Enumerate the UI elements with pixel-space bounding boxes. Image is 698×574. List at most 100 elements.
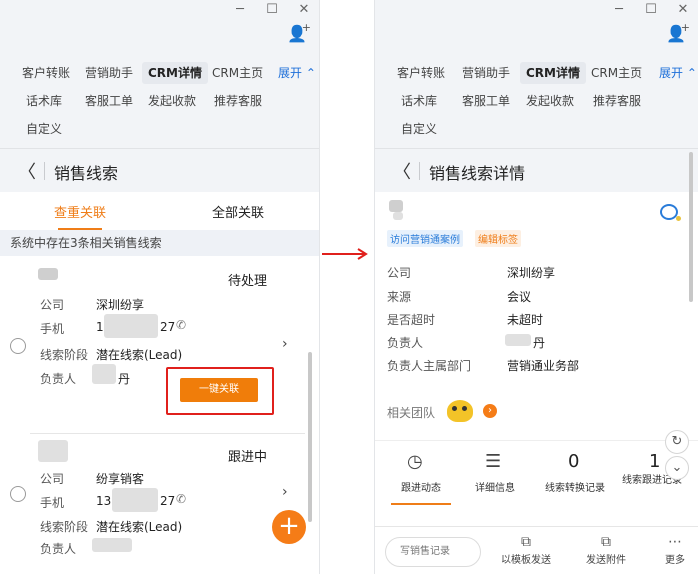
field-value: 未超时 — [507, 313, 544, 327]
right-panel: ─ ☐ ✕ 👤 + 客户转账 营销助手 CRM详情 CRM主页 展开 ⌃ 话术库 … — [374, 0, 698, 574]
close-icon[interactable]: ✕ — [675, 2, 691, 17]
minimize-icon[interactable]: ─ — [611, 2, 627, 17]
edit-tags-button[interactable]: 编辑标签 — [475, 230, 521, 247]
phone-icon[interactable]: ✆ — [176, 318, 186, 332]
left-panel: ─ ☐ ✕ 👤 + 客户转账 营销助手 CRM详情 CRM主页 展开 ⌃ 话术库 … — [0, 0, 320, 574]
attachment-icon: ⧉ — [601, 534, 611, 550]
stat-label[interactable]: 跟进动态 — [389, 483, 453, 495]
lead-card[interactable]: 待处理 公司 深圳纷享 手机 1 27 ✆ 线索阶段 潜在线索(Lead) › … — [0, 256, 305, 432]
header-divider — [419, 162, 420, 180]
page-header: 〈 销售线索 — [0, 148, 319, 192]
phone-label: 手机 — [40, 496, 65, 510]
tab-crm-detail[interactable]: CRM详情 — [520, 62, 586, 84]
tab-marketing-assistant[interactable]: 营销助手 — [79, 62, 139, 84]
tab-custom[interactable]: 自定义 — [395, 118, 443, 140]
maximize-icon[interactable]: ☐ — [643, 2, 659, 17]
refresh-icon[interactable]: ↻ — [665, 430, 689, 454]
owner-suffix: 丹 — [118, 372, 131, 386]
team-label: 相关团队 — [387, 406, 436, 420]
field-label: 负责人主属部门 — [387, 359, 472, 373]
stat-label[interactable]: 线索转换记录 — [539, 483, 611, 495]
lead-card[interactable]: 跟进中 公司 纷享销客 手机 13 27 ✆ 线索阶段 潜在线索(Lead) ›… — [0, 434, 305, 574]
bottom-action-bar: 写销售记录 ⧉ 以模板发送 ⧉ 发送附件 ⋯ 更多 — [375, 526, 698, 574]
tab-crm-detail[interactable]: CRM详情 — [142, 62, 208, 84]
select-radio[interactable] — [10, 338, 26, 354]
tab-recommend-service[interactable]: 推荐客服 — [208, 90, 268, 112]
phone-prefix: 1 — [96, 320, 104, 334]
send-template-button[interactable]: ⧉ 以模板发送 — [497, 533, 555, 566]
tab-customer-transfer[interactable]: 客户转账 — [391, 62, 451, 84]
chevron-right-icon[interactable]: › — [282, 484, 288, 500]
add-contact-icon[interactable]: 👤 + — [666, 21, 690, 43]
follow-dynamic-icon[interactable]: ◷ — [407, 451, 423, 472]
tab-custom[interactable]: 自定义 — [20, 118, 68, 140]
tab-service-ticket[interactable]: 客服工单 — [79, 90, 139, 112]
owner-label: 负责人 — [40, 542, 77, 556]
send-attachment-button[interactable]: ⧉ 发送附件 — [579, 533, 633, 566]
tab-script-library[interactable]: 话术库 — [20, 90, 68, 112]
maximize-icon[interactable]: ☐ — [264, 2, 280, 17]
expand-tabs-button[interactable]: 展开 ⌃ — [653, 62, 698, 84]
owner-redacted — [92, 538, 132, 552]
template-icon: ⧉ — [521, 534, 531, 550]
add-fab-button[interactable]: + — [272, 510, 306, 544]
status-badge: 跟进中 — [228, 450, 268, 465]
scrollbar[interactable] — [308, 352, 312, 522]
close-icon[interactable]: ✕ — [296, 2, 312, 17]
company-value: 纷享销客 — [96, 472, 145, 486]
add-contact-icon[interactable]: 👤 + — [287, 21, 311, 43]
phone-redacted — [104, 314, 158, 338]
company-value: 深圳纷享 — [96, 298, 145, 312]
phone-icon[interactable]: ✆ — [176, 492, 186, 506]
lead-name-redacted — [38, 440, 68, 462]
tab-marketing-assistant[interactable]: 营销助手 — [456, 62, 516, 84]
detail-info-icon[interactable]: ☰ — [485, 451, 501, 472]
field-label: 公司 — [387, 266, 412, 280]
tag-visit-case[interactable]: 访问营销通案例 — [387, 230, 463, 247]
stage-label: 线索阶段 — [40, 520, 89, 534]
back-icon[interactable]: 〈 — [393, 158, 411, 184]
send-attachment-label: 发送附件 — [586, 555, 626, 566]
back-icon[interactable]: 〈 — [18, 158, 36, 184]
one-click-link-button[interactable]: 一键关联 — [180, 378, 258, 402]
owner-redacted — [92, 364, 116, 384]
tab-crm-home[interactable]: CRM主页 — [585, 62, 648, 84]
lead-name-redacted — [393, 212, 403, 220]
scrollbar[interactable] — [689, 152, 693, 302]
field-label: 负责人 — [387, 336, 424, 350]
stats-row: ◷ 跟进动态 ☰ 详细信息 0 线索转换记录 1 线索跟进记录 — [375, 440, 698, 505]
tab-script-library[interactable]: 话术库 — [395, 90, 443, 112]
expand-tabs-button[interactable]: 展开 ⌃ — [272, 62, 319, 84]
minimize-icon[interactable]: ─ — [232, 2, 248, 17]
lead-list-content: 查重关联 全部关联 系统中存在3条相关销售线索 待处理 公司 深圳纷享 手机 1… — [0, 192, 319, 574]
transition-arrow-icon — [322, 248, 368, 260]
more-label: 更多 — [665, 555, 685, 566]
chevron-right-icon[interactable]: › — [282, 336, 288, 352]
tab-customer-transfer[interactable]: 客户转账 — [16, 62, 76, 84]
stat-label[interactable]: 详细信息 — [463, 483, 527, 495]
owner-redacted — [505, 334, 531, 346]
tab-collect-payment[interactable]: 发起收款 — [142, 90, 202, 112]
team-more-icon[interactable]: › — [483, 404, 497, 418]
send-template-label: 以模板发送 — [501, 555, 551, 566]
more-icon: ⋯ — [668, 534, 682, 550]
write-sales-record-button[interactable]: 写销售记录 — [385, 537, 481, 567]
company-label: 公司 — [40, 298, 65, 312]
field-value: 丹 — [533, 336, 546, 350]
tab-crm-home[interactable]: CRM主页 — [206, 62, 269, 84]
lead-avatar-redacted — [389, 200, 403, 212]
title-bar: ─ ☐ ✕ 👤 + — [0, 0, 319, 60]
chat-icon[interactable] — [660, 204, 681, 221]
tab-service-ticket[interactable]: 客服工单 — [456, 90, 516, 112]
subtabs: 查重关联 全部关联 — [0, 192, 319, 230]
chevron-down-icon[interactable]: ⌄ — [665, 456, 689, 480]
tab-recommend-service[interactable]: 推荐客服 — [587, 90, 647, 112]
more-button[interactable]: ⋯ 更多 — [659, 533, 691, 566]
active-tab-indicator — [391, 503, 451, 505]
tab-collect-payment[interactable]: 发起收款 — [520, 90, 580, 112]
select-radio[interactable] — [10, 486, 26, 502]
toolbar-tabs: 客户转账 营销助手 CRM详情 CRM主页 展开 ⌃ 话术库 客服工单 发起收款… — [0, 60, 319, 148]
field-value: 营销通业务部 — [507, 359, 580, 373]
tab-all-related[interactable]: 全部关联 — [212, 202, 264, 221]
tab-duplicate-check[interactable]: 查重关联 — [54, 202, 106, 221]
